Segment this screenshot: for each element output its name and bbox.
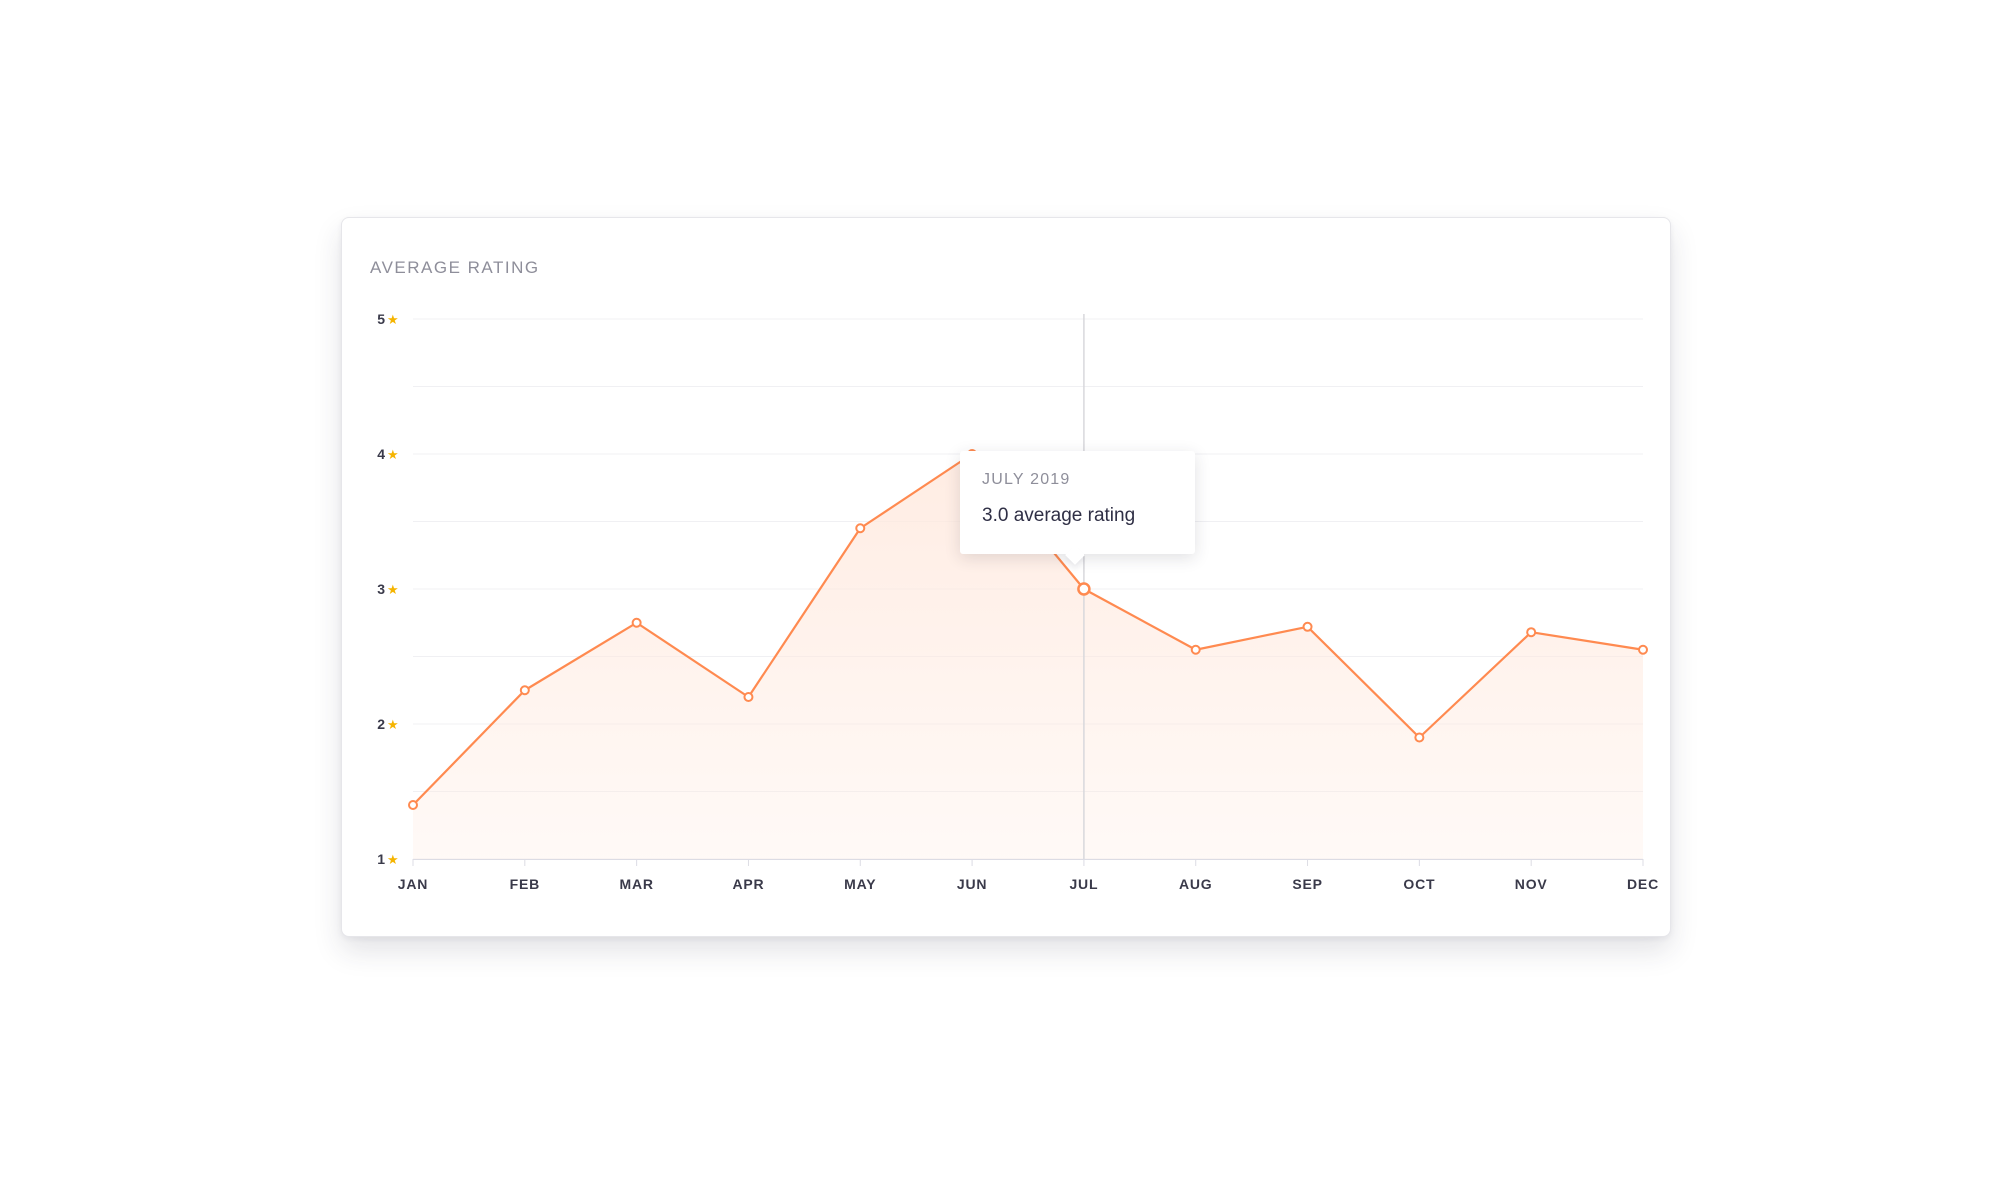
x-tick-label: SEP — [1292, 876, 1322, 892]
data-point — [1190, 644, 1201, 655]
y-tick-label: 2 — [377, 716, 385, 732]
star-icon: ★ — [387, 448, 399, 463]
y-tick-label: 3 — [377, 581, 385, 597]
average-rating-card: AVERAGE RATING JAN FEB MAR APR MAY JUN JUL AUG S… — [341, 217, 1671, 937]
x-tick-label: DEC — [1627, 876, 1659, 892]
x-tick-label: OCT — [1403, 876, 1435, 892]
data-point — [1414, 732, 1425, 743]
x-tick-label: MAY — [844, 876, 876, 892]
rating-line-chart: JAN FEB MAR APR MAY JUN JUL AUG SEP OCT NOV DEC1 ★2 ★… — [377, 311, 1659, 892]
x-tick-label: NOV — [1515, 876, 1548, 892]
data-point — [519, 685, 530, 696]
x-tick-label: FEB — [510, 876, 540, 892]
x-tick-label: MAR — [619, 876, 653, 892]
x-tick-label: AUG — [1179, 876, 1213, 892]
tooltip-value: 3.0 average rating — [982, 505, 1136, 526]
star-icon: ★ — [387, 313, 399, 328]
star-icon: ★ — [387, 853, 399, 868]
data-point — [1302, 621, 1313, 632]
x-tick-label: JUL — [1069, 876, 1098, 892]
data-point — [1077, 582, 1091, 596]
y-tick-label: 4 — [377, 446, 385, 462]
x-tick-label: JUN — [957, 876, 987, 892]
y-tick-label: 5 — [377, 311, 385, 327]
data-point — [1638, 644, 1648, 655]
x-tick-label: JAN — [398, 876, 428, 892]
star-icon: ★ — [387, 583, 399, 598]
data-point — [1526, 627, 1537, 638]
star-icon: ★ — [387, 718, 399, 733]
data-point — [631, 617, 642, 628]
y-tick-label: 1 — [377, 851, 385, 867]
tooltip-date: JULY 2019 — [982, 471, 1071, 488]
data-point — [855, 523, 866, 534]
data-point — [743, 692, 754, 702]
x-tick-label: APR — [732, 876, 764, 892]
chart-tooltip: JULY 2019 3.0 average rating — [960, 451, 1195, 554]
data-point — [408, 800, 418, 810]
